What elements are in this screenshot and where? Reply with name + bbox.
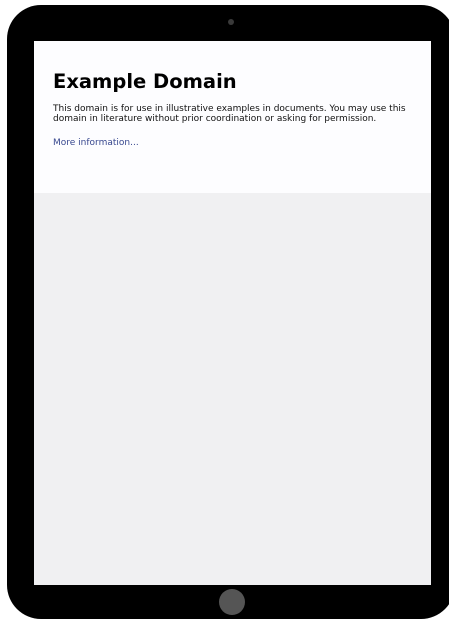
- home-button[interactable]: [219, 589, 245, 615]
- page-paragraph: This domain is for use in illustrative e…: [53, 104, 406, 124]
- more-information-link[interactable]: More information...: [53, 138, 139, 148]
- browser-viewport: Example Domain This domain is for use in…: [34, 41, 431, 585]
- content-card: Example Domain This domain is for use in…: [34, 41, 431, 193]
- page-title: Example Domain: [53, 70, 237, 93]
- tablet-device-frame: Example Domain This domain is for use in…: [7, 5, 449, 619]
- camera-icon: [228, 19, 234, 25]
